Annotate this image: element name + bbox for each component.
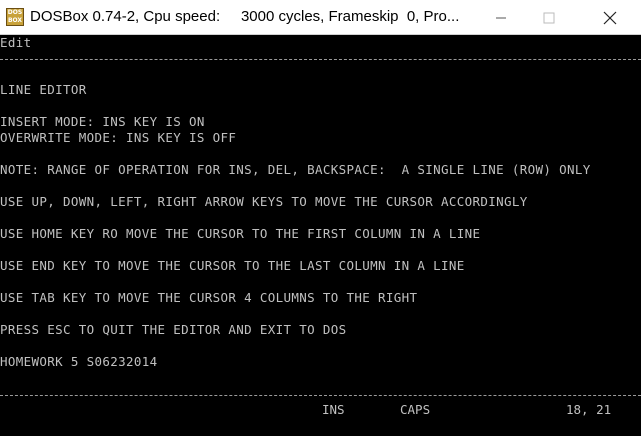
cursor-position: 18, 21 [566, 402, 612, 417]
home-key-text: USE HOME KEY RO MOVE THE CURSOR TO THE F… [0, 226, 481, 241]
icon-text-bottom: BOX [7, 17, 23, 24]
window-title: DOSBox 0.74-2, Cpu speed: 3000 cycles, F… [30, 8, 460, 25]
icon-text-top: DOS [7, 9, 23, 16]
menu-edit[interactable]: Edit [0, 35, 32, 51]
close-button[interactable] [587, 0, 633, 35]
arrow-keys-text: USE UP, DOWN, LEFT, RIGHT ARROW KEYS TO … [0, 194, 528, 209]
overwrite-mode-text: OVERWRITE MODE: INS KEY IS OFF [0, 130, 237, 145]
esc-key-text: PRESS ESC TO QUIT THE EDITOR AND EXIT TO… [0, 322, 347, 337]
top-divider [0, 59, 641, 60]
close-icon [603, 11, 617, 24]
window-titlebar[interactable]: DOS BOX DOSBox 0.74-2, Cpu speed: 3000 c… [0, 0, 641, 35]
tab-key-text: USE TAB KEY TO MOVE THE CURSOR 4 COLUMNS… [0, 290, 418, 305]
insert-mode-text: INSERT MODE: INS KEY IS ON [0, 114, 205, 129]
editor-heading: LINE EDITOR [0, 82, 87, 97]
end-key-text: USE END KEY TO MOVE THE CURSOR TO THE LA… [0, 258, 465, 273]
note-text: NOTE: RANGE OF OPERATION FOR INS, DEL, B… [0, 162, 591, 177]
ins-status: INS [322, 402, 345, 417]
minimize-button[interactable] [478, 0, 524, 35]
minimize-icon [496, 17, 506, 18]
maximize-button[interactable] [526, 0, 572, 35]
bottom-divider [0, 395, 641, 396]
dosbox-icon: DOS BOX [6, 8, 24, 26]
dos-console[interactable]: Edit LINE EDITOR INSERT MODE: INS KEY IS… [0, 35, 641, 436]
maximize-icon [543, 12, 555, 23]
caps-status: CAPS [400, 402, 431, 417]
homework-text: HOMEWORK 5 S06232014 [0, 354, 158, 369]
